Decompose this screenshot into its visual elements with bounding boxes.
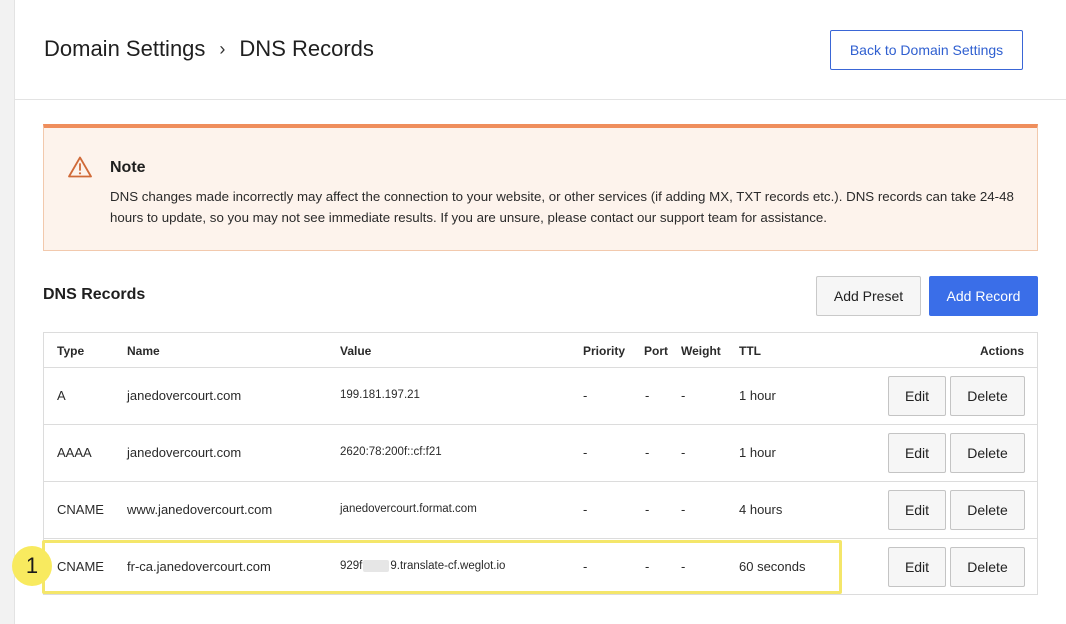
delete-button[interactable]: Delete [950,433,1025,473]
back-to-domain-settings-button[interactable]: Back to Domain Settings [830,30,1023,70]
dns-records-table: Type Name Value Priority Port Weight TTL… [43,332,1038,595]
breadcrumb-parent[interactable]: Domain Settings [44,36,205,62]
cell-port: - [645,502,650,517]
edit-button[interactable]: Edit [888,376,946,416]
cell-ttl: 1 hour [739,388,776,403]
breadcrumb-separator-icon: › [219,38,226,59]
column-header-priority: Priority [583,344,626,358]
column-header-port: Port [644,344,668,358]
edit-button[interactable]: Edit [888,490,946,530]
table-row: CNAME www.janedovercourt.com janedoverco… [44,482,1037,539]
cell-value: 199.181.197.21 [340,389,420,401]
edit-button[interactable]: Edit [888,547,946,587]
dns-records-title: DNS Records [43,286,146,303]
cell-name: janedovercourt.com [127,388,242,403]
warning-icon [68,156,92,178]
cell-weight: - [681,445,686,460]
cell-type: A [57,388,66,403]
cell-name: www.janedovercourt.com [127,502,273,517]
cell-name: janedovercourt.com [127,445,242,460]
note-title: Note [110,159,146,176]
cell-ttl: 60 seconds [739,559,806,574]
cell-port: - [645,445,650,460]
breadcrumb: Domain Settings › DNS Records [44,36,374,62]
cell-port: - [645,388,650,403]
add-preset-button[interactable]: Add Preset [816,276,921,316]
cell-ttl: 1 hour [739,445,776,460]
breadcrumb-current: DNS Records [239,36,374,61]
column-header-value: Value [340,344,372,358]
cell-value-suffix: 9.translate-cf.weglot.io [390,560,506,573]
column-header-ttl: TTL [739,344,761,358]
cell-value: 929f 9.translate-cf.weglot.io [340,560,505,572]
delete-button[interactable]: Delete [950,490,1025,530]
cell-type: CNAME [57,502,104,517]
note-banner: Note DNS changes made incorrectly may af… [43,124,1038,251]
edit-button[interactable]: Edit [888,433,946,473]
cell-priority: - [583,559,588,574]
column-header-weight: Weight [681,344,721,358]
column-header-name: Name [127,344,160,358]
cell-priority: - [583,502,588,517]
step-callout-badge: 1 [12,546,52,586]
redacted-mask [363,560,390,572]
add-record-button[interactable]: Add Record [929,276,1038,316]
cell-name: fr-ca.janedovercourt.com [127,559,271,574]
cell-value: janedovercourt.format.com [340,503,477,515]
column-header-actions: Actions [980,344,1025,358]
table-header: Type Name Value Priority Port Weight TTL… [44,333,1037,368]
left-sidebar-strip [0,0,15,624]
cell-port: - [645,559,650,574]
page-header: Domain Settings › DNS Records Back to Do… [15,0,1066,100]
table-row: CNAME fr-ca.janedovercourt.com 929f 9.tra… [44,539,1037,596]
cell-value: 2620:78:200f::cf:f21 [340,446,442,458]
cell-weight: - [681,502,686,517]
table-row: AAAA janedovercourt.com 2620:78:200f::cf… [44,425,1037,482]
delete-button[interactable]: Delete [950,547,1025,587]
table-row: A janedovercourt.com 199.181.197.21 - - … [44,368,1037,425]
delete-button[interactable]: Delete [950,376,1025,416]
cell-value-prefix: 929f [340,560,363,573]
cell-weight: - [681,388,686,403]
cell-type: AAAA [57,445,92,460]
note-body: DNS changes made incorrectly may affect … [110,189,1014,225]
column-header-type: Type [57,344,85,358]
cell-weight: - [681,559,686,574]
cell-priority: - [583,445,588,460]
cell-ttl: 4 hours [739,502,783,517]
cell-priority: - [583,388,588,403]
cell-type: CNAME [57,559,104,574]
